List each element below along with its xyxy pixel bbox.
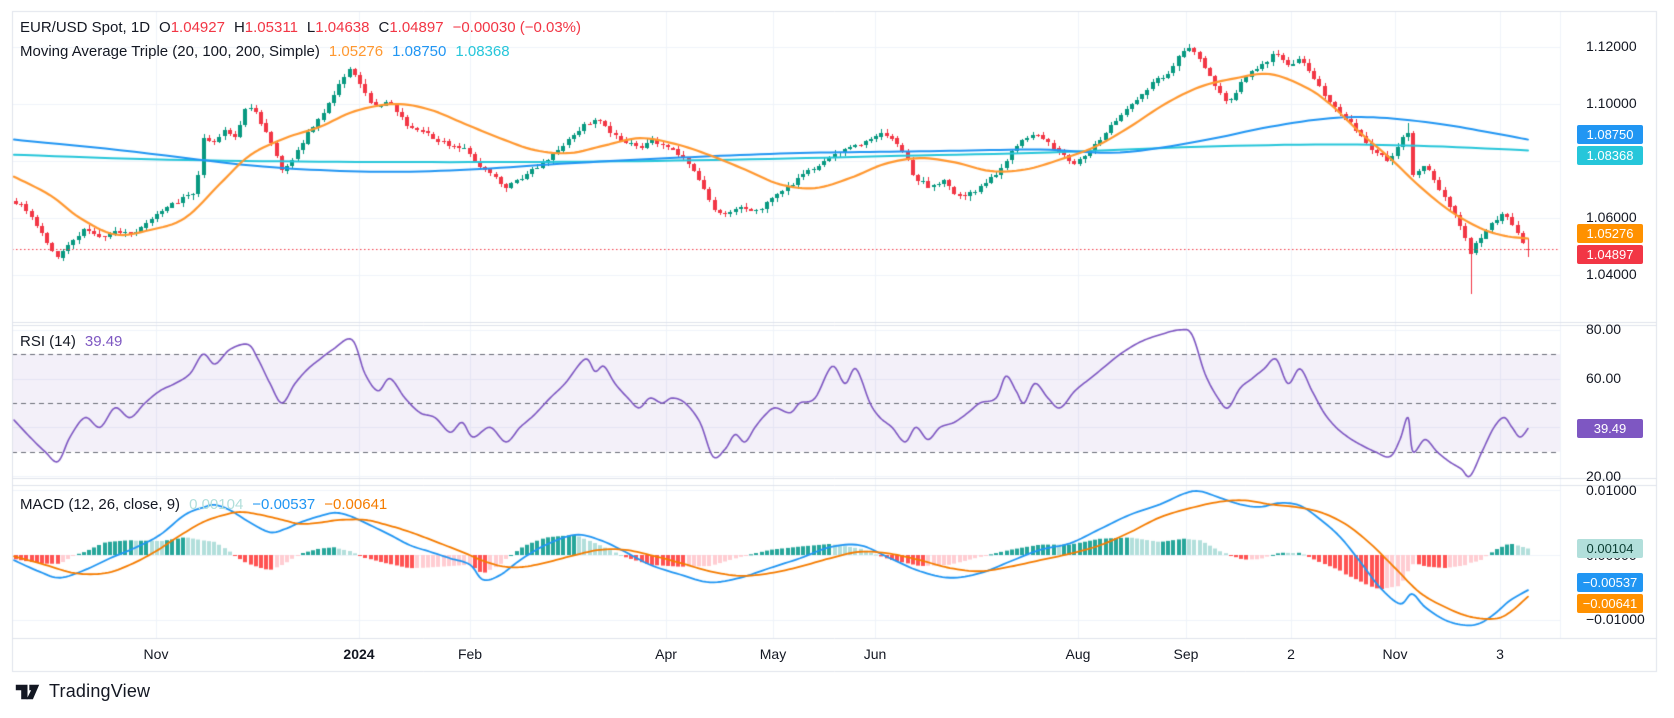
close-key: C — [378, 19, 390, 36]
time-axis-label: Feb — [457, 646, 483, 662]
macd-line-value: −0.00537 — [252, 496, 316, 513]
brand-name[interactable]: TradingView — [49, 681, 150, 702]
ma200-value: 1.08368 — [455, 43, 510, 60]
price-axis-label: 1.04000 — [1586, 266, 1637, 283]
change-value: −0.00030 (−0.03%) — [452, 19, 581, 36]
time-axis-label: 3 — [1496, 646, 1504, 662]
ma-title[interactable]: Moving Average Triple (20, 100, 200, Sim… — [20, 43, 320, 60]
low-value: 1.04638 — [315, 19, 370, 36]
ma-legend[interactable]: Moving Average Triple (20, 100, 200, Sim… — [20, 43, 510, 60]
chart-canvas[interactable] — [0, 0, 1674, 718]
close-value: 1.04897 — [389, 19, 444, 36]
price-badge: 1.08368 — [1577, 146, 1643, 166]
time-axis-label: May — [759, 646, 787, 662]
rsi-axis-label: 80.00 — [1586, 321, 1622, 338]
time-axis-label: Apr — [655, 646, 677, 662]
rsi-value: 39.49 — [84, 333, 123, 350]
rsi-legend[interactable]: RSI (14) 39.49 — [20, 333, 122, 350]
ma20-value: 1.05276 — [328, 43, 384, 60]
time-scale[interactable] — [12, 638, 1657, 671]
open-value: 1.04927 — [170, 19, 225, 36]
ma100-value: 1.08750 — [392, 43, 447, 60]
macd-badge: −0.00641 — [1577, 594, 1643, 614]
macd-badge: 0.00104 — [1577, 538, 1643, 558]
macd-axis-label: −0.01000 — [1586, 611, 1645, 628]
time-axis-label: Nov — [1382, 646, 1408, 662]
open-key: O — [159, 19, 171, 36]
price-badge: 1.08750 — [1577, 125, 1643, 145]
high-key: H — [233, 19, 245, 36]
macd-hist-value: 0.00104 — [189, 496, 244, 513]
low-key: L — [306, 19, 316, 36]
time-axis-label: Sep — [1173, 646, 1199, 662]
macd-axis-label: 0.01000 — [1586, 481, 1637, 498]
high-value: 1.05311 — [244, 19, 298, 36]
time-axis-label: 2024 — [343, 646, 375, 662]
symbol-title[interactable]: EUR/USD Spot, 1D — [20, 19, 150, 36]
tradingview-logo-icon[interactable] — [14, 682, 41, 702]
price-axis-label: 1.12000 — [1586, 38, 1637, 55]
symbol-legend[interactable]: EUR/USD Spot, 1D O1.04927 H1.05311 L1.04638… — [20, 19, 581, 36]
rsi-badge: 39.49 — [1577, 419, 1643, 439]
footer-brand[interactable]: TradingView — [14, 681, 150, 702]
time-axis-label: Aug — [1065, 646, 1091, 662]
time-axis-label: 2 — [1287, 646, 1295, 662]
time-axis-label: Nov — [143, 646, 169, 662]
rsi-axis-label: 60.00 — [1586, 370, 1622, 387]
tradingview-chart[interactable]: EUR/USD Spot, 1D O1.04927 H1.05311 L1.04638… — [0, 0, 1674, 718]
rsi-title[interactable]: RSI (14) — [20, 333, 76, 350]
macd-signal-value: −0.00641 — [324, 496, 388, 513]
price-axis-label: 1.10000 — [1586, 95, 1637, 112]
macd-badge: −0.00537 — [1577, 573, 1643, 593]
price-badge: 1.04897 — [1577, 245, 1643, 264]
macd-legend[interactable]: MACD (12, 26, close, 9) 0.00104 −0.00537 −0… — [20, 496, 387, 513]
time-axis-label: Jun — [863, 646, 887, 662]
macd-title[interactable]: MACD (12, 26, close, 9) — [20, 496, 180, 513]
price-badge: 1.05276 — [1577, 224, 1643, 243]
